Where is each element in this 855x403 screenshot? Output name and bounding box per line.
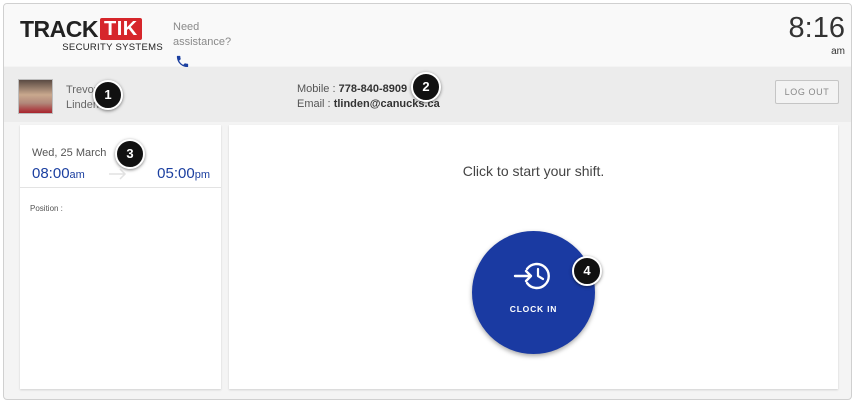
logo-subtitle: SECURITY SYSTEMS (62, 42, 163, 53)
shift-date: Wed, 25 March (32, 147, 107, 159)
app-window: TRACK TIK SECURITY SYSTEMS Need assistan… (3, 3, 852, 400)
current-time-ampm: am (831, 46, 845, 57)
assistance-block: Need assistance? 514322222 (173, 20, 248, 89)
assistance-text: Need assistance? (173, 21, 232, 48)
current-time: 8:16 (788, 12, 845, 44)
logo-tik-text: TIK (100, 18, 142, 40)
shift-times: 08:00am 05:00pm (32, 165, 210, 187)
position-label: Position : (30, 204, 63, 213)
logo-wordmark: TRACK TIK (20, 16, 165, 42)
logout-button[interactable]: LOG OUT (775, 80, 839, 104)
shift-start-time: 08:00am (32, 165, 85, 182)
top-bar: TRACK TIK SECURITY SYSTEMS Need assistan… (4, 4, 851, 89)
email-label: Email : (297, 98, 331, 110)
shift-end-value: 05:00 (157, 165, 195, 182)
arrow-right-icon (109, 168, 127, 180)
shift-start-value: 08:00 (32, 165, 70, 182)
start-shift-prompt: Click to start your shift. (462, 163, 605, 179)
tracktik-logo: TRACK TIK SECURITY SYSTEMS (20, 18, 165, 58)
mobile-value: 778-840-8909 (338, 83, 408, 95)
avatar (18, 79, 53, 114)
clock-in-label: CLOCK IN (509, 304, 558, 314)
shift-end-ampm: pm (194, 169, 210, 181)
clock-in-panel: Click to start your shift. CLOCK IN (229, 125, 838, 389)
mobile-label: Mobile : (297, 83, 336, 95)
shift-end-time: 05:00pm (157, 165, 210, 182)
callout-badge-4: 4 (572, 256, 602, 286)
callout-badge-2: 2 (411, 72, 441, 102)
logo-track-text: TRACK (20, 16, 99, 42)
shift-divider (20, 187, 221, 188)
callout-badge-1: 1 (93, 80, 123, 110)
clock-in-icon (513, 262, 550, 290)
clock-in-button[interactable]: CLOCK IN (472, 231, 595, 354)
shift-start-ampm: am (69, 169, 85, 181)
callout-badge-3: 3 (115, 139, 145, 169)
